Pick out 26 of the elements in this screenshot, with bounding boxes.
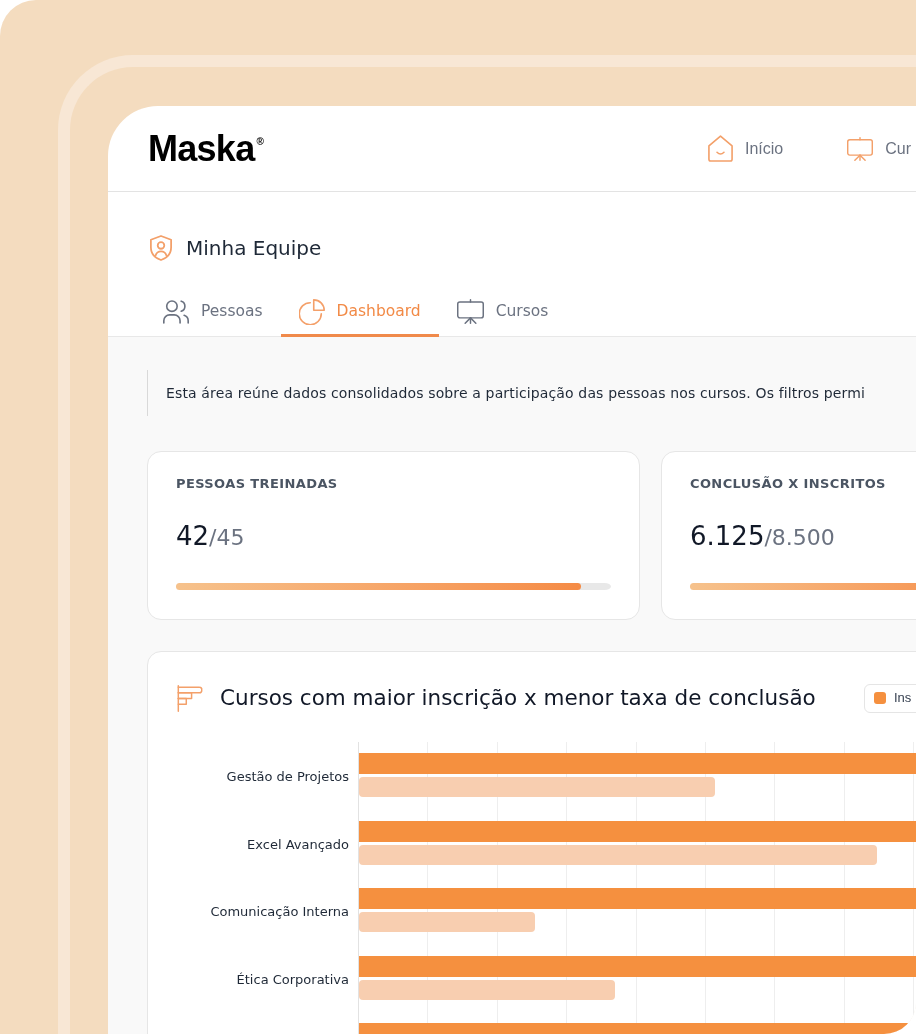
pie-chart-icon	[298, 298, 325, 325]
legend-item[interactable]: Ins	[864, 683, 916, 713]
tab[interactable]: Pessoas	[145, 289, 281, 337]
chart-title: Cursos com maior inscrição x menor taxa de conclusão	[220, 683, 816, 712]
axis-label: Gestão de Projetos	[226, 769, 349, 784]
stat-total: /45	[209, 524, 245, 552]
axis-label: Ética Corporativa	[236, 972, 349, 987]
house-icon	[708, 135, 733, 162]
nav-link[interactable]: Início	[708, 135, 784, 162]
stat-label: CONCLUSÃO X INSCRITOS	[690, 476, 886, 492]
stat-label: PESSOAS TREINADAS	[176, 476, 338, 492]
users-icon	[163, 299, 189, 324]
tab[interactable]: Cursos	[438, 289, 567, 337]
stat-value: 42	[176, 521, 210, 551]
description-text: Esta área reúne dados consolidados sobre a participação das pessoas nos cursos. Os filtros permi	[166, 383, 865, 403]
presentation-board-icon	[456, 299, 484, 324]
page-title: Minha Equipe	[186, 235, 322, 262]
stat-value: 6.125	[690, 521, 765, 551]
shield-user-icon	[150, 235, 172, 261]
nav-link[interactable]: Cur	[847, 136, 912, 161]
axis-label: Excel Avançado	[247, 837, 349, 852]
bar-chart-icon	[176, 684, 204, 712]
presentation-board-icon	[847, 136, 874, 161]
axis-label: Comunicação Interna	[210, 904, 349, 919]
brand-logo[interactable]: Maska$^{®}$	[148, 130, 264, 167]
stat-total: /8.500	[764, 524, 835, 552]
